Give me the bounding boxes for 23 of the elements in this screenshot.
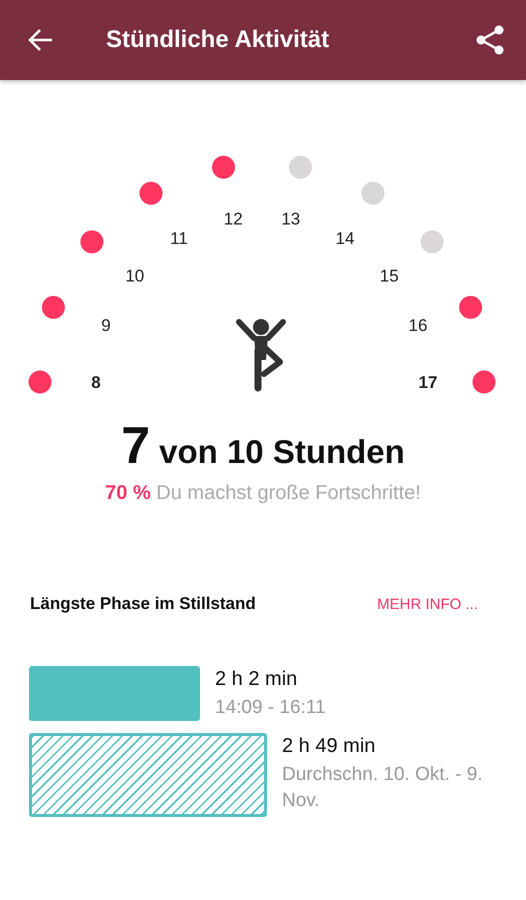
more-info-link[interactable]: MEHR INFO ... — [377, 596, 478, 612]
hour-label: 9 — [101, 316, 111, 336]
hour-label: 14 — [336, 229, 354, 248]
standing-figure-icon — [236, 319, 286, 392]
screen-title: Stündliche Aktivität — [106, 26, 330, 54]
active-hours-count: 7 — [121, 420, 150, 472]
hour-label: 10 — [125, 266, 144, 286]
hour-label: 12 — [224, 210, 243, 228]
hour-label: 13 — [281, 210, 300, 228]
hour-label: 16 — [408, 316, 428, 336]
duration-text: 2 h 49 min — [282, 735, 376, 758]
duration-text: 2 h 2 min — [215, 668, 298, 691]
hour-label: 11 — [170, 229, 188, 248]
section-title: Längste Phase im Stillstand — [30, 594, 256, 614]
progress-message: 70 % Du machst große Fortschritte! — [104, 482, 422, 505]
time-range-text: 14:09 - 16:11 — [215, 696, 326, 720]
hour-label: 8 — [91, 373, 101, 392]
hours-goal-text: von 10 Stunden — [159, 433, 405, 471]
time-range-text: Durchschn. 10. Okt. - 9. Nov. — [282, 763, 484, 813]
hour-label: 17 — [418, 373, 438, 392]
back-button[interactable] — [28, 28, 54, 52]
share-icon[interactable] — [476, 25, 504, 55]
hour-label: 15 — [380, 266, 399, 286]
